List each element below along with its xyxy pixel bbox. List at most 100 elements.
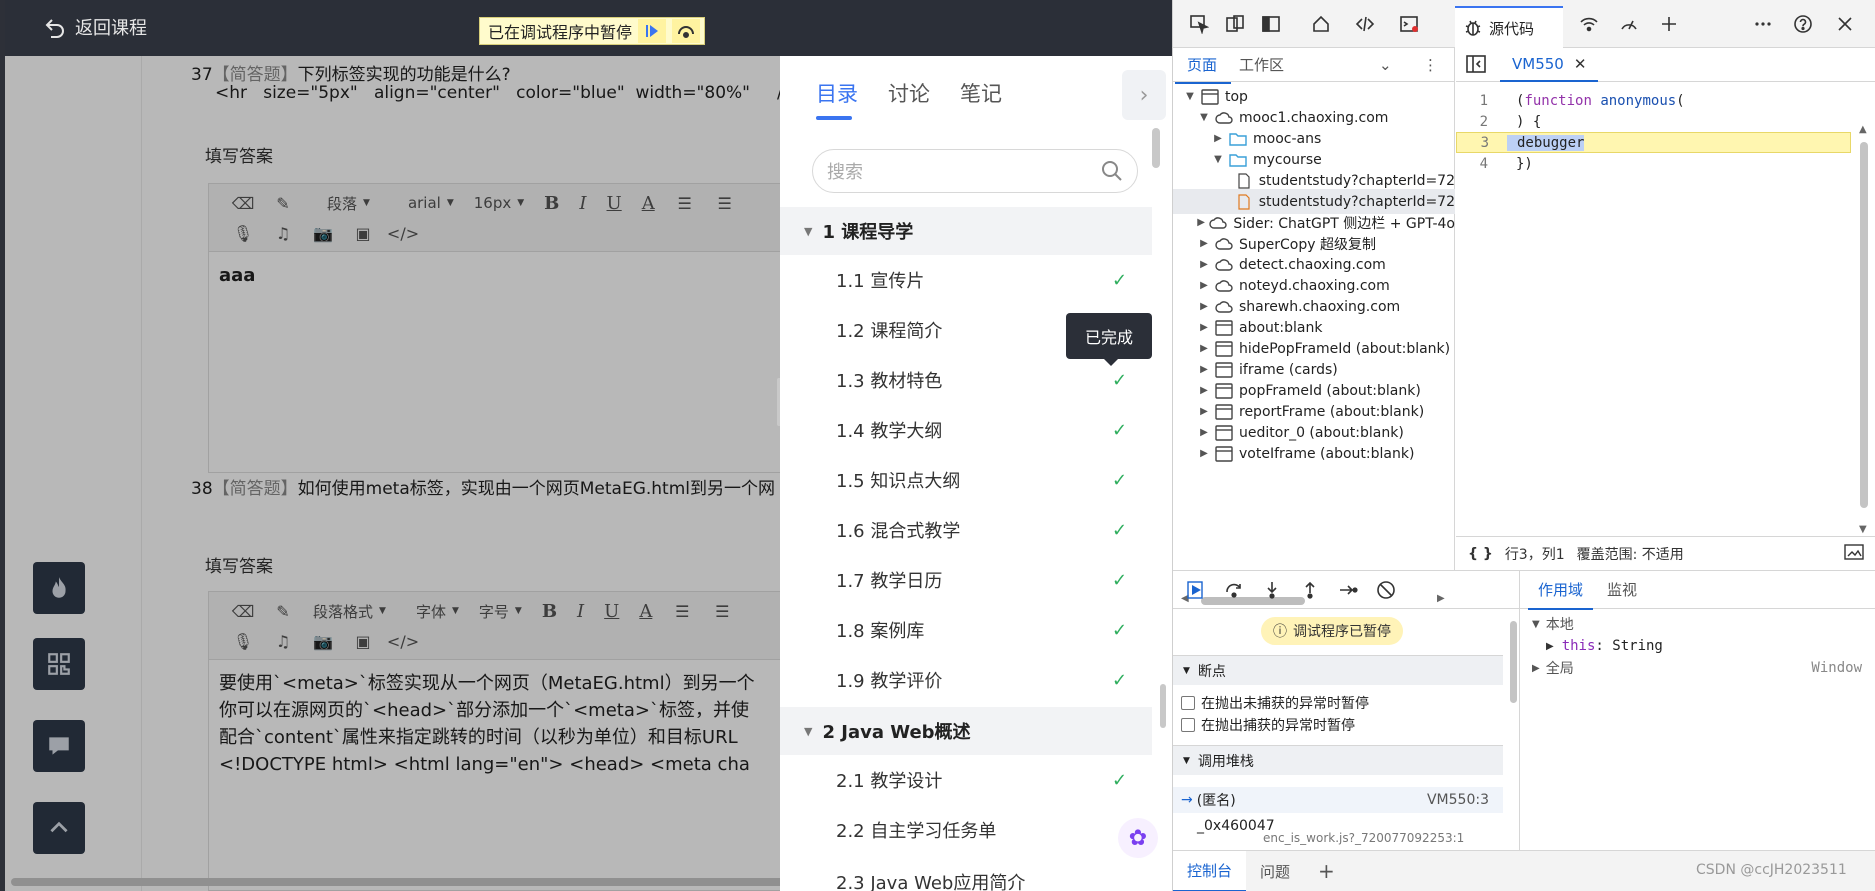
help-icon[interactable] <box>1791 12 1815 36</box>
expand-triangle-icon[interactable]: ▶ <box>1197 217 1205 228</box>
font-select[interactable]: 字体 ▼ <box>416 601 459 622</box>
breakpoints-section[interactable]: ▼ 断点 <box>1173 655 1503 685</box>
checkbox[interactable] <box>1181 696 1195 710</box>
tab-catalog[interactable]: 目录 <box>816 78 858 120</box>
step-over-button[interactable] <box>672 19 701 43</box>
expand-triangle-icon[interactable]: ▶ <box>1197 259 1211 270</box>
chevron-down-icon[interactable]: ⌄ <box>1379 56 1392 74</box>
eraser-icon[interactable]: ⌫ <box>232 601 255 621</box>
expand-triangle-icon[interactable]: ▼ <box>1211 154 1225 165</box>
underline-button[interactable]: U <box>607 193 622 214</box>
scroll-up-icon[interactable]: ▲ <box>1859 124 1867 135</box>
tab-discussion[interactable]: 讨论 <box>888 78 930 108</box>
file-tab-vm550[interactable]: VM550 ✕ <box>1500 48 1599 82</box>
step-icon[interactable] <box>1337 579 1359 601</box>
lesson-item[interactable]: 1.9 教学评价 ✓ <box>780 655 1152 705</box>
tab-workspace[interactable]: 工作区 <box>1239 54 1284 75</box>
lesson-item[interactable]: 1.8 案例库 ✓ <box>780 605 1152 655</box>
lesson-item[interactable]: 1.3 教材特色 ✓ <box>780 355 1152 405</box>
device-emulation-icon[interactable] <box>1223 12 1247 36</box>
inspect-icon[interactable] <box>1187 12 1211 36</box>
bold-button[interactable]: B <box>542 601 557 622</box>
line-number[interactable]: 3 <box>1457 135 1507 151</box>
catalog-scrollbar[interactable] <box>1152 128 1160 168</box>
screenshot-icon[interactable] <box>1844 543 1864 564</box>
list-icon[interactable]: ☰ <box>712 601 732 621</box>
expand-triangle-icon[interactable]: ▶ <box>1197 427 1211 438</box>
code-line[interactable]: 3 debugger <box>1456 132 1851 153</box>
line-number[interactable]: 2 <box>1456 114 1506 130</box>
horizontal-scrollbar[interactable] <box>11 878 831 886</box>
collapse-panel-button[interactable]: › <box>1122 70 1166 120</box>
line-number[interactable]: 4 <box>1456 156 1506 172</box>
more-options-icon[interactable] <box>1751 12 1775 36</box>
expand-triangle-icon[interactable]: ▶ <box>1197 448 1211 459</box>
expand-triangle-icon[interactable]: ▶ <box>1197 364 1211 375</box>
font-size-select[interactable]: 16px ▼ <box>474 194 524 212</box>
expand-triangle-icon[interactable]: ▶ <box>1197 238 1211 249</box>
tab-issues[interactable]: 问题 <box>1246 851 1304 891</box>
tab-scope[interactable]: 作用域 <box>1527 579 1594 610</box>
pause-caught-checkbox[interactable]: 在抛出捕获的异常时暂停 <box>1181 715 1355 735</box>
expand-triangle-icon[interactable]: ▶ <box>1197 406 1211 417</box>
font-color-button[interactable]: A <box>642 193 655 214</box>
add-drawer-tab-icon[interactable]: + <box>1304 851 1349 891</box>
tab-notes[interactable]: 笔记 <box>960 78 1002 108</box>
ai-assistant-button[interactable] <box>33 562 85 614</box>
network-wifi-icon[interactable] <box>1577 12 1601 36</box>
performance-icon[interactable] <box>1617 12 1641 36</box>
lesson-item[interactable]: 1.4 教学大纲 ✓ <box>780 405 1152 455</box>
ai-brain-button[interactable]: ✿ <box>1118 818 1158 858</box>
step-out-icon[interactable] <box>1299 579 1321 601</box>
eraser-icon[interactable]: ⌫ <box>232 193 255 213</box>
back-to-top-button[interactable] <box>33 802 85 854</box>
chapter-1[interactable]: ▼ 1 课程导学 <box>780 207 1152 255</box>
tab-watch[interactable]: 监视 <box>1607 579 1637 600</box>
stack-frame-current[interactable]: → (匿名) VM550:3 <box>1173 787 1503 813</box>
attachment-icon[interactable]: ▣ <box>353 223 373 243</box>
pause-uncaught-checkbox[interactable]: 在抛出未捕获的异常时暂停 <box>1181 693 1369 713</box>
editor-vertical-scrollbar[interactable] <box>1860 142 1868 508</box>
step-over-icon[interactable] <box>1223 579 1245 601</box>
list-icon[interactable]: ☰ <box>715 193 735 213</box>
checkbox[interactable] <box>1181 718 1195 732</box>
line-number[interactable]: 1 <box>1456 93 1506 109</box>
close-icon[interactable] <box>1833 12 1857 36</box>
font-color-button[interactable]: A <box>639 601 652 622</box>
lesson-item[interactable]: 1.5 知识点大纲 ✓ <box>780 455 1152 505</box>
music-icon[interactable]: ♫ <box>273 631 293 651</box>
resume-button[interactable] <box>1185 579 1207 601</box>
scroll-down-icon[interactable]: ▼ <box>1859 524 1867 535</box>
editor-content[interactable]: 要使用`<meta>`标签实现从一个网页（MetaEG.html）到另一个 你可… <box>209 660 827 788</box>
close-icon[interactable]: ✕ <box>1574 55 1587 73</box>
indent-icon[interactable]: ☰ <box>672 601 692 621</box>
expand-triangle-icon[interactable]: ▼ <box>1197 112 1211 123</box>
editor-content[interactable]: aaa <box>209 252 827 299</box>
format-brush-icon[interactable]: ✎ <box>273 601 293 621</box>
lesson-item[interactable]: 1.6 混合式教学 ✓ <box>780 505 1152 555</box>
expand-triangle-icon[interactable]: ▶ <box>1197 385 1211 396</box>
elements-icon[interactable] <box>1353 12 1377 36</box>
paragraph-select[interactable]: 段落格式 ▼ <box>313 601 386 622</box>
expand-triangle-icon[interactable]: ▼ <box>1183 91 1197 102</box>
add-tab-icon[interactable] <box>1657 12 1681 36</box>
expand-triangle-icon[interactable]: ▶ <box>1197 322 1211 333</box>
italic-button[interactable]: I <box>579 193 586 214</box>
expand-triangle-icon[interactable]: ▶ <box>1211 133 1225 144</box>
expand-triangle-icon[interactable]: ▶ <box>1197 301 1211 312</box>
scope-local[interactable]: ▼ 本地 <box>1520 613 1875 635</box>
back-to-course-button[interactable]: 返回课程 <box>43 14 147 40</box>
tab-sources[interactable]: 源代码 <box>1455 6 1563 48</box>
scope-this[interactable]: ▶ this : String <box>1520 635 1875 657</box>
callstack-section[interactable]: ▼ 调用堆栈 <box>1173 745 1503 775</box>
code-line[interactable]: 2) { <box>1456 111 1851 132</box>
microphone-icon[interactable]: 🎙 <box>233 631 253 651</box>
debugger-scrollbar[interactable] <box>1510 621 1517 703</box>
stack-frame-file[interactable]: enc_is_work.js?_720077092253:1 <box>1173 829 1503 847</box>
paragraph-select[interactable]: 段落 ▼ <box>327 193 370 214</box>
step-into-icon[interactable] <box>1261 579 1283 601</box>
catalog-search-input[interactable]: 搜索 <box>812 149 1138 193</box>
code-icon[interactable]: </> <box>387 631 419 651</box>
font-size-select[interactable]: 字号 ▼ <box>479 601 522 622</box>
pretty-print-icon[interactable]: { } <box>1468 546 1493 562</box>
